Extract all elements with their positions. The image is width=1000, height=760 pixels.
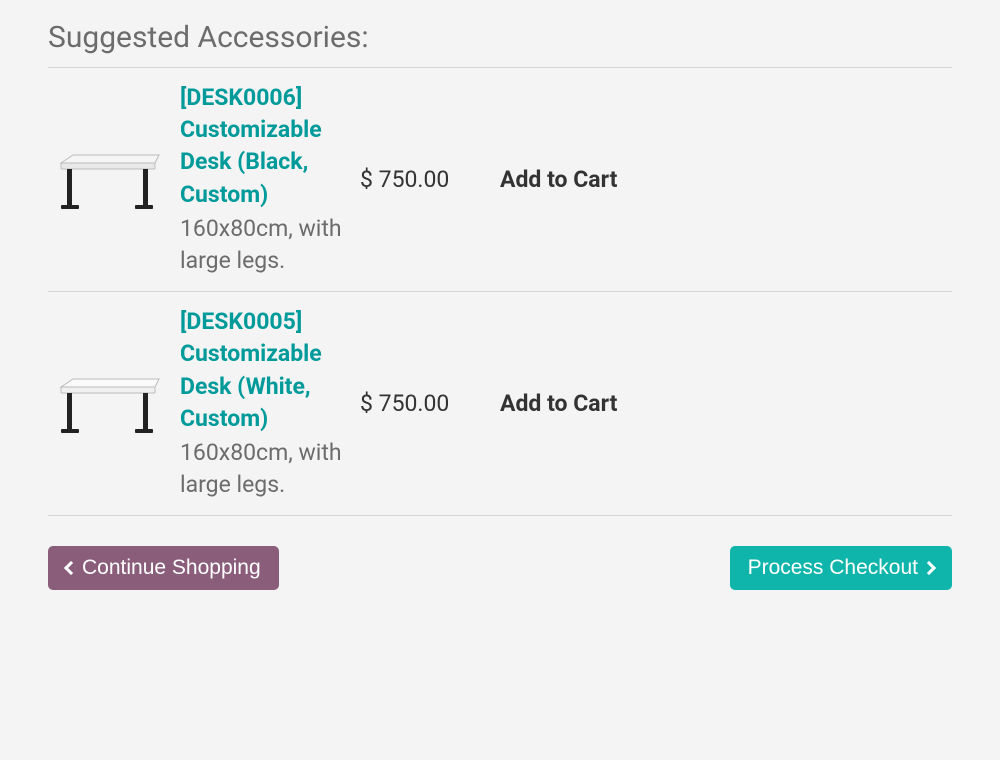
product-price: $ 750.00 (360, 390, 480, 417)
price-value: 750.00 (379, 390, 450, 417)
accessory-info: [DESK0005] Customizable Desk (White, Cus… (180, 306, 360, 501)
product-image (48, 359, 168, 449)
product-name-link[interactable]: [DESK0005] Customizable Desk (White, Cus… (180, 306, 344, 435)
continue-shopping-button[interactable]: Continue Shopping (48, 546, 279, 590)
desk-icon (53, 145, 163, 215)
accessory-row: [DESK0005] Customizable Desk (White, Cus… (48, 292, 952, 516)
product-description: 160x80cm, with large legs. (180, 213, 344, 277)
product-image (48, 135, 168, 225)
accessory-info: [DESK0006] Customizable Desk (Black, Cus… (180, 82, 360, 277)
currency-symbol: $ (360, 166, 373, 193)
add-to-cart-button[interactable]: Add to Cart (480, 166, 617, 193)
desk-icon (53, 369, 163, 439)
chevron-right-icon (922, 561, 936, 575)
price-value: 750.00 (379, 166, 450, 193)
continue-shopping-label: Continue Shopping (82, 556, 261, 580)
action-buttons: Continue Shopping Process Checkout (48, 546, 952, 590)
product-price: $ 750.00 (360, 166, 480, 193)
add-to-cart-button[interactable]: Add to Cart (480, 390, 617, 417)
product-description: 160x80cm, with large legs. (180, 437, 344, 501)
chevron-left-icon (64, 561, 78, 575)
process-checkout-button[interactable]: Process Checkout (730, 546, 952, 590)
process-checkout-label: Process Checkout (748, 556, 918, 580)
accessory-row: [DESK0006] Customizable Desk (Black, Cus… (48, 68, 952, 292)
suggested-accessories-title: Suggested Accessories: (48, 20, 952, 68)
currency-symbol: $ (360, 390, 373, 417)
product-name-link[interactable]: [DESK0006] Customizable Desk (Black, Cus… (180, 82, 344, 211)
